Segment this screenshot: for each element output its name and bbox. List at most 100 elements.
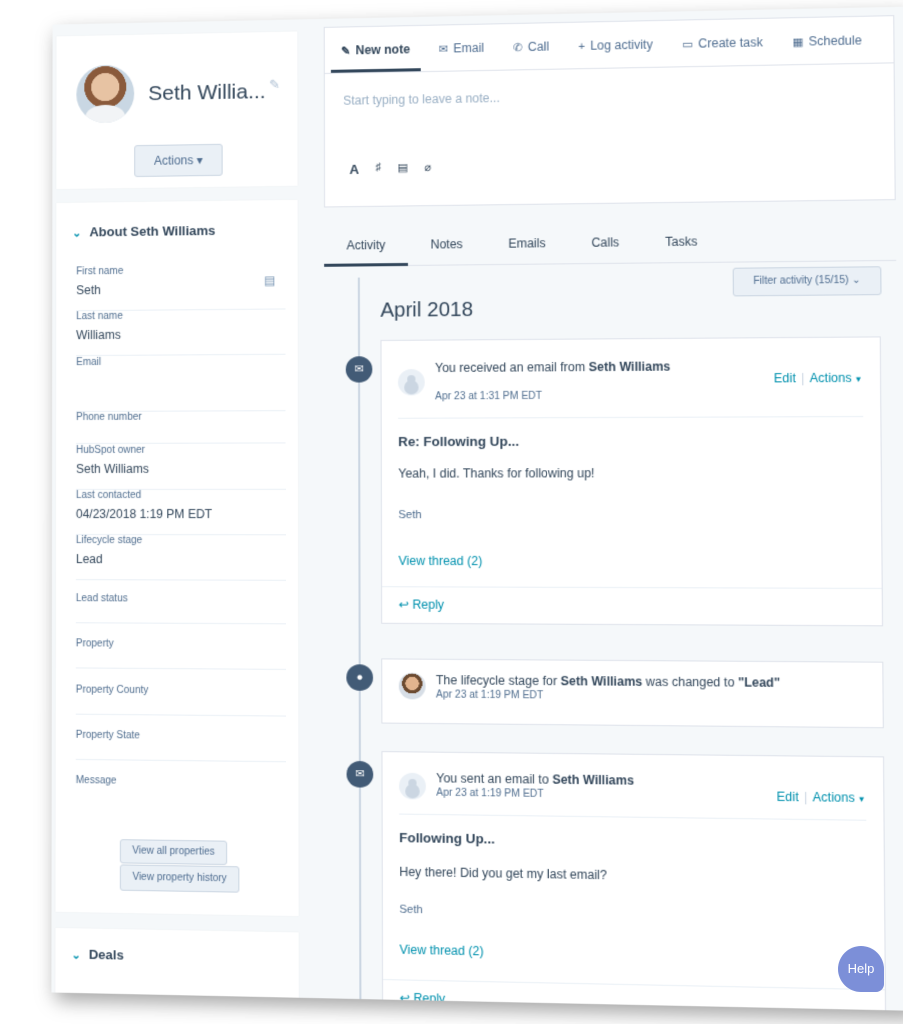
property-state[interactable]: Property State	[75, 729, 287, 763]
tab-schedule[interactable]: ▦ Schedule	[782, 17, 873, 65]
tab-create-task[interactable]: ▭ Create task	[671, 19, 773, 67]
deals-section-toggle[interactable]: ⌄ Deals	[72, 946, 124, 963]
divider	[398, 416, 864, 419]
property-message[interactable]: Message	[76, 775, 287, 808]
contact-name: Seth Willia...	[148, 80, 266, 106]
contact-link[interactable]: Seth Williams	[552, 772, 634, 787]
event-footer: ↩ Reply	[382, 586, 882, 626]
email-icon: ✉	[438, 43, 449, 56]
actions-button[interactable]: Actions ▾	[134, 143, 223, 178]
tab-label: New note	[355, 42, 411, 58]
tab-calls[interactable]: Calls	[568, 221, 642, 265]
tab-label: Schedule	[808, 33, 862, 49]
note-input[interactable]: Start typing to leave a note...	[343, 91, 500, 108]
tab-log-activity[interactable]: + Log activity	[568, 21, 664, 69]
composer-tabs: ✎ New note ✉ Email ✆ Call + Log activity ▭ Cr…	[324, 16, 894, 74]
actions-dropdown[interactable]: Actions	[813, 790, 855, 805]
note-icon: ✎	[341, 45, 351, 58]
property-first-name[interactable]: First name Seth ▤	[76, 264, 286, 312]
help-button[interactable]: Help	[838, 946, 884, 992]
avatar	[399, 772, 426, 800]
timeline-line	[357, 277, 362, 1010]
email-body: Yeah, I did. Thanks for following up!	[398, 466, 595, 481]
edit-link[interactable]: Edit	[774, 371, 796, 386]
property-label: Phone number	[76, 411, 142, 424]
event-title-text: You sent an email to	[436, 771, 553, 787]
email-body: Hey there! Did you get my last email?	[399, 864, 607, 883]
property-property[interactable]: Property	[75, 638, 287, 670]
event-title: You received an email from Seth Williams	[435, 359, 670, 375]
contact-link[interactable]: Seth Williams	[589, 359, 671, 374]
tab-emails[interactable]: Emails	[485, 222, 568, 266]
property-label: Property County	[75, 684, 149, 697]
month-heading: April 2018	[380, 298, 474, 322]
avatar	[397, 369, 425, 396]
snippet-icon[interactable]: ▤	[397, 161, 408, 176]
email-signature: Seth	[398, 509, 422, 522]
phone-icon: ✆	[513, 41, 523, 55]
event-time: Apr 23 at 1:31 PM EDT	[435, 390, 543, 403]
email-icon: ✉	[346, 760, 374, 788]
caret-down-icon: ▾	[855, 373, 861, 385]
deals-header-label: Deals	[88, 946, 124, 963]
property-last-contacted[interactable]: Last contacted 04/23/2018 1:19 PM EDT	[75, 489, 286, 536]
property-label: HubSpot owner	[76, 444, 146, 456]
reply-button[interactable]: ↩ Reply	[400, 991, 446, 1006]
chevron-down-icon: ⌄	[72, 227, 82, 240]
property-label: Last name	[76, 310, 123, 323]
property-value: 04/23/2018 1:19 PM EDT	[75, 507, 213, 522]
email-subject: Following Up...	[399, 829, 495, 847]
lifecycle-change-event: The lifecycle stage for Seth Williams wa…	[381, 658, 884, 729]
property-county[interactable]: Property County	[75, 684, 287, 717]
property-label: Lifecycle stage	[75, 535, 143, 547]
contact-record-frame: Seth Willia... ✎ Actions ▾ ⌄ About Seth W…	[51, 6, 903, 1011]
activity-composer: ✎ New note ✉ Email ✆ Call + Log activity ▭ Cr…	[323, 15, 896, 208]
email-sent-event: You sent an email to Seth Williams Apr 2…	[381, 751, 887, 1011]
event-title-text: You received an email from	[434, 359, 589, 376]
avatar	[398, 672, 426, 700]
email-signature: Seth	[399, 903, 423, 917]
calendar-icon: ▦	[792, 36, 804, 49]
actions-dropdown[interactable]: Actions	[810, 371, 852, 386]
plus-icon: +	[578, 40, 585, 54]
contact-link[interactable]: Seth Williams	[561, 674, 643, 689]
contact-card-icon[interactable]: ▤	[264, 273, 276, 287]
event-title: The lifecycle stage for Seth Williams wa…	[436, 673, 780, 690]
email-icon: ✉	[345, 356, 373, 383]
property-lifecycle-stage[interactable]: Lifecycle stage Lead	[75, 535, 286, 581]
event-actions: Edit | Actions ▾	[777, 789, 864, 805]
property-lead-status[interactable]: Lead status	[75, 593, 286, 625]
email-subject: Re: Following Up...	[398, 433, 520, 450]
view-thread-link[interactable]: View thread (2)	[398, 554, 482, 568]
property-label: Property State	[75, 729, 140, 742]
pencil-icon[interactable]: ✎	[269, 77, 280, 93]
property-label: Lead status	[75, 593, 128, 605]
deals-card: ⌄ Deals	[55, 927, 299, 1004]
tab-call[interactable]: ✆ Call	[503, 23, 560, 70]
tab-email[interactable]: ✉ Email	[428, 24, 494, 71]
property-email[interactable]: Email	[76, 355, 286, 413]
lifecycle-value: "Lead"	[738, 675, 780, 690]
personalize-icon[interactable]: ♯	[375, 161, 381, 176]
view-all-properties-button[interactable]: View all properties	[119, 839, 228, 866]
font-format-icon[interactable]: A	[349, 162, 359, 177]
reply-button[interactable]: ↩ Reply	[399, 597, 444, 611]
attach-icon[interactable]: ⌀	[424, 161, 431, 176]
event-time: Apr 23 at 1:19 PM EDT	[435, 689, 544, 702]
edit-link[interactable]: Edit	[777, 789, 799, 804]
contact-avatar	[76, 64, 135, 124]
view-property-history-button[interactable]: View property history	[119, 864, 240, 893]
filter-activity-button[interactable]: Filter activity (15/15) ⌄	[732, 266, 882, 297]
property-hubspot-owner[interactable]: HubSpot owner Seth Williams	[75, 444, 286, 490]
tab-tasks[interactable]: Tasks	[642, 220, 721, 264]
property-label: Last contacted	[75, 489, 142, 501]
tab-new-note[interactable]: ✎ New note	[330, 25, 421, 73]
about-section-toggle[interactable]: ⌄ About Seth Williams	[72, 223, 215, 240]
tab-activity[interactable]: Activity	[324, 223, 408, 267]
property-last-name[interactable]: Last name Williams	[76, 309, 286, 357]
event-title: You sent an email to Seth Williams	[436, 771, 634, 788]
tab-notes[interactable]: Notes	[408, 223, 486, 266]
property-phone[interactable]: Phone number	[76, 411, 286, 444]
format-toolbar: A ♯ ▤ ⌀	[349, 161, 431, 177]
view-thread-link[interactable]: View thread (2)	[399, 942, 483, 958]
